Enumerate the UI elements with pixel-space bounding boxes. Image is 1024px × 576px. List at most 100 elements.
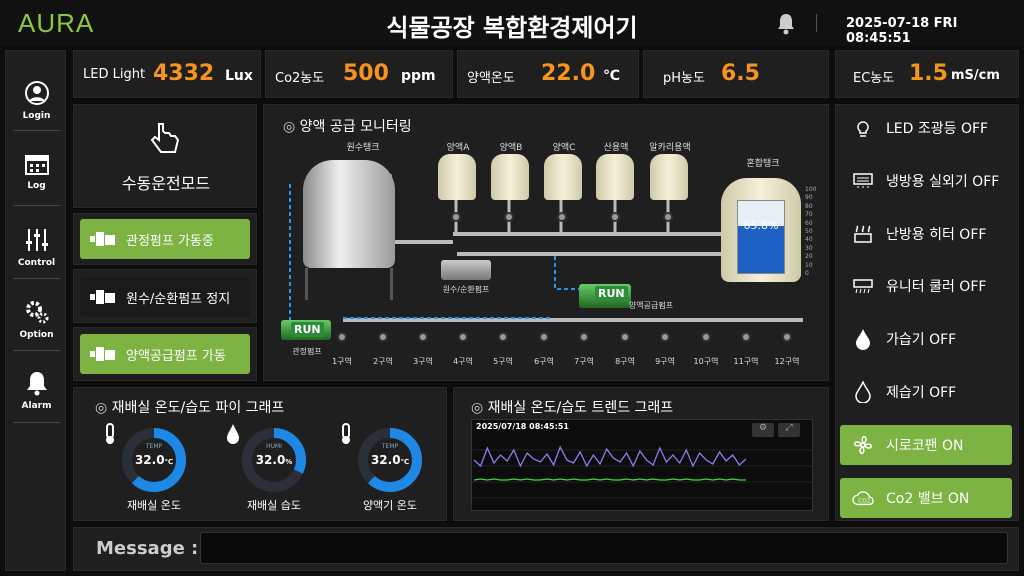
humidifier-button[interactable]: 가습기 OFF xyxy=(840,319,1012,359)
zone-valve[interactable] xyxy=(701,332,711,342)
mix-scale: 100 90 80 70 60 50 40 30 20 10 0 xyxy=(805,186,817,278)
sidebar-item-label: Control xyxy=(17,258,56,268)
gauge-solution-temp: TEMP 32.0℃ xyxy=(357,427,423,493)
humidifier-icon xyxy=(852,328,874,350)
supply-pump-label: 양액공급펌프 가동 xyxy=(126,348,226,364)
zone-label: 8구역 xyxy=(615,357,635,366)
gauge-label: 재배실 습도 xyxy=(246,499,302,512)
zone-valve[interactable] xyxy=(620,332,630,342)
dehumidifier-button[interactable]: 제습기 OFF xyxy=(840,372,1012,412)
metric-led-light: LED Light 4332 Lux xyxy=(72,49,262,99)
sidebar-item-label: Alarm xyxy=(21,401,52,411)
metric-value: 500 xyxy=(343,61,389,86)
zone-label: 11구역 xyxy=(733,357,759,366)
unit-cooler-button[interactable]: 유니터 쿨러 OFF xyxy=(840,266,1012,306)
control-label: LED 조광등 OFF xyxy=(886,121,989,137)
valve-icon[interactable] xyxy=(610,212,620,222)
mode-panel[interactable]: 수동운전모드 xyxy=(72,103,258,209)
led-dimmer-button[interactable]: LED 조광등 OFF xyxy=(840,108,1012,148)
raw-tank-label: 원수탱크 xyxy=(346,143,380,153)
circulation-pump-label: 원수/순환펌프 정지 xyxy=(126,291,231,307)
gauge-room-humidity: HUMI 32.0% xyxy=(241,427,307,493)
zone-valve[interactable] xyxy=(782,332,792,342)
zone-valve[interactable] xyxy=(458,332,468,342)
tank-label: 양액C xyxy=(552,143,576,153)
metric-value: 4332 xyxy=(153,61,215,86)
heater-icon xyxy=(852,223,874,245)
circulation-pump-button[interactable]: 원수/순환펌프 정지 xyxy=(80,277,250,317)
control-label: 유니터 쿨러 OFF xyxy=(886,279,987,295)
metric-value: 22.0 xyxy=(541,61,596,86)
circulation-pump-label: 원수/순환펌프 xyxy=(442,285,490,294)
zone-label: 9구역 xyxy=(655,357,675,366)
mix-level-value: 65.8% xyxy=(743,219,779,232)
metric-co2: Co2농도 500 ppm xyxy=(264,49,454,99)
tank-label: 양액A xyxy=(446,143,470,153)
valve-icon[interactable] xyxy=(451,212,461,222)
well-pump-label: 관정펌프 가동중 xyxy=(126,233,214,249)
settings-icon[interactable]: ⚙ xyxy=(752,423,774,437)
sidebar-item-log[interactable]: Log xyxy=(5,140,68,212)
zone-valve[interactable] xyxy=(660,332,670,342)
calendar-icon xyxy=(24,155,49,175)
thermometer-icon xyxy=(342,423,350,444)
sidebar-item-control[interactable]: Control xyxy=(5,215,68,287)
co2-icon: CO2 xyxy=(852,487,874,509)
zone-valve[interactable] xyxy=(498,332,508,342)
tank-label: 산용액 xyxy=(603,143,629,153)
co2-valve-button[interactable]: CO2 Co2 밸브 ON xyxy=(840,478,1012,518)
datetime: 2025-07-18 FRI 08:45:51 xyxy=(846,16,958,46)
zone-valve[interactable] xyxy=(418,332,428,342)
metric-unit: mS/cm xyxy=(951,68,1000,83)
bell-icon[interactable] xyxy=(776,13,796,35)
heater-button[interactable]: 난방용 히터 OFF xyxy=(840,214,1012,254)
zone-label: 1구역 xyxy=(332,357,352,366)
control-label: 냉방용 실외기 OFF xyxy=(886,174,1000,190)
fan-icon xyxy=(852,434,874,456)
valve-icon[interactable] xyxy=(663,212,673,222)
zone-valve[interactable] xyxy=(579,332,589,342)
tank-label: 양액B xyxy=(499,143,523,153)
divider xyxy=(816,14,817,32)
trend-line-humi xyxy=(473,478,746,481)
metric-value: 1.5 xyxy=(909,61,948,86)
trend-panel: 재배실 온도/습도 트렌드 그래프 2025/07/18 08:45:51 ⚙ … xyxy=(452,386,830,522)
expand-icon[interactable]: ⤢ xyxy=(778,423,800,437)
metric-unit: ppm xyxy=(401,68,436,84)
control-label: 제습기 OFF xyxy=(886,385,957,401)
metric-ec: EC농도 1.5 mS/cm xyxy=(834,49,1020,99)
valve-icon[interactable] xyxy=(557,212,567,222)
metric-unit: ℃ xyxy=(603,68,620,84)
tank-legs xyxy=(305,268,393,300)
zone-label: 12구역 xyxy=(774,357,800,366)
trend-timestamp: 2025/07/18 08:45:51 xyxy=(476,422,569,431)
thermometer-icon xyxy=(106,423,114,444)
zone-valve[interactable] xyxy=(378,332,388,342)
trend-title: 재배실 온도/습도 트렌드 그래프 xyxy=(471,397,674,417)
sliders-icon xyxy=(25,229,48,251)
svg-text:CO2: CO2 xyxy=(858,499,870,505)
well-pump-button[interactable]: 관정펌프 가동중 xyxy=(80,219,250,259)
zone-label: 7구역 xyxy=(574,357,594,366)
sidebar-item-alarm[interactable]: Alarm xyxy=(5,358,68,430)
metric-value: 6.5 xyxy=(721,61,760,86)
monitor-panel: 양액 공급 모니터링 원수탱크 양액A 양액B 양액C 산용액 알카리용액 xyxy=(262,103,830,382)
sirocco-fan-button[interactable]: 시로코팬 ON xyxy=(840,425,1012,465)
raw-tank xyxy=(303,160,395,268)
well-pump-run: RUN xyxy=(291,322,324,337)
bell-icon xyxy=(26,372,47,396)
outdoor-ac-button[interactable]: 냉방용 실외기 OFF xyxy=(840,161,1012,201)
pie-panel: 재배실 온도/습도 파이 그래프 TEMP 32.0℃ 재배실 온도 HUMI … xyxy=(72,386,448,522)
zone-valve[interactable] xyxy=(539,332,549,342)
pie-title: 재배실 온도/습도 파이 그래프 xyxy=(95,397,285,417)
pump-icon xyxy=(90,232,115,246)
zone-label: 2구역 xyxy=(373,357,393,366)
circulation-pump[interactable] xyxy=(441,260,491,280)
zone-valve[interactable] xyxy=(741,332,751,342)
valve-icon[interactable] xyxy=(504,212,514,222)
supply-pump-button[interactable]: 양액공급펌프 가동 xyxy=(80,334,250,374)
supply-pump-label: 양액공급펌프 xyxy=(628,301,674,310)
sidebar-item-option[interactable]: Option xyxy=(5,287,68,359)
sidebar: Login Log Control Option Alarm xyxy=(4,49,67,572)
zone-valve[interactable] xyxy=(337,332,347,342)
